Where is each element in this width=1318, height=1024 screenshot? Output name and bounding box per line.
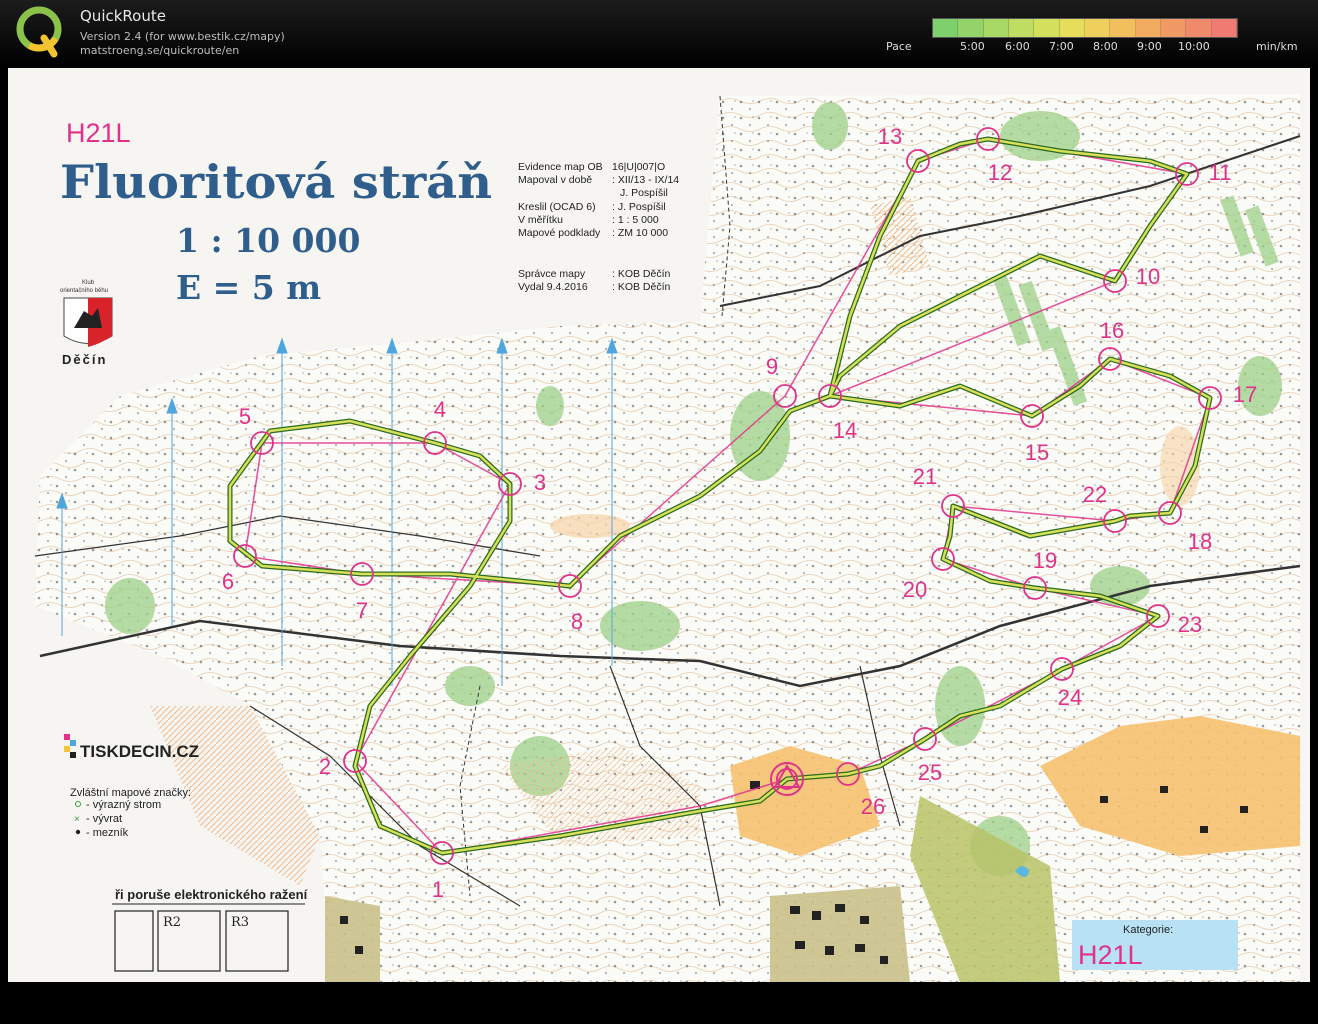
pace-color-segment [1034,19,1060,37]
legend-item-1: - výrazný strom [86,799,161,811]
settlement-bottom [770,886,910,982]
pace-tick-4: 8:00 [1093,40,1118,53]
quickroute-logo-icon [16,6,62,58]
app-url: matstroeng.se/quickroute/en [80,44,240,57]
control-number-2: 2 [319,754,331,779]
control-number-16: 16 [1100,318,1124,343]
legend-fallen-tree-icon: × [74,814,80,825]
info-label: Mapoval v době [518,174,592,186]
pace-color-segment [1211,19,1237,37]
control-number-23: 23 [1178,612,1202,637]
pace-color-segment [1008,19,1035,37]
control-number-4: 4 [434,397,446,422]
pace-color-segment [1160,19,1187,37]
pace-color-segment [958,19,984,37]
club-shield-icon [63,297,113,347]
info-label: V měřítku [518,214,563,226]
info-value: : XII/13 - IX/14 [612,174,679,186]
info-label: Evidence map OB [518,161,603,173]
control-number-17: 17 [1233,382,1257,407]
pace-tick-6: 10:00 [1178,40,1210,53]
control-number-19: 19 [1033,548,1057,573]
control-number-14: 14 [833,418,857,443]
app-header: QuickRoute Version 2.4 (for www.bestik.c… [0,0,1318,66]
pace-color-segment [1059,19,1085,37]
map-equidistance: E = 5 m [176,268,321,307]
pace-tick-3: 7:00 [1049,40,1074,53]
control-number-1: 1 [432,877,444,902]
category-box-value: H21L [1078,940,1143,970]
legend-title: Zvláštní mapové značky: [70,787,191,799]
punch-box-r2-label: R2 [163,915,181,930]
pace-label: Pace [886,40,912,53]
pace-color-segment [1084,19,1111,37]
pace-color-segment [1135,19,1161,37]
pace-tick-5: 9:00 [1137,40,1162,53]
control-number-10: 10 [1136,264,1160,289]
control-number-20: 20 [903,577,927,602]
map-scale: 1 : 10 000 [176,221,360,260]
info-value: : J. Pospíšil [612,201,666,213]
punch-note: ři poruše elektronického ražení [115,887,308,902]
app-title: QuickRoute [80,7,166,25]
printer-name: TISKDECIN.CZ [80,742,199,761]
info-label: Vydal 9.4.2016 [518,281,588,293]
control-number-25: 25 [918,760,942,785]
pace-color-segment [933,19,959,37]
legend-boundary-stone-icon [75,829,81,835]
control-number-8: 8 [571,609,583,634]
club-line-2: orientačního běhu [60,288,108,294]
info-value: : ZM 10 000 [612,227,668,239]
control-number-26: 26 [861,794,885,819]
info-label: Správce mapy [518,268,586,280]
club-line-1: Klub [82,280,95,286]
pace-tick-2: 6:00 [1005,40,1030,53]
pace-color-segment [1186,19,1212,37]
control-number-15: 15 [1025,440,1049,465]
control-number-7: 7 [356,598,368,623]
info-label: Mapové podklady [518,227,601,239]
control-number-21: 21 [913,464,937,489]
app-version: Version 2.4 (for www.bestik.cz/mapy) [80,30,285,43]
control-number-24: 24 [1058,685,1082,710]
map-title: Fluoritová stráň [60,155,492,209]
legend-item-3: - mezník [86,827,129,839]
pace-color-segment [983,19,1009,37]
pace-color-scale [932,18,1238,38]
legend-item-2: - vývrat [86,813,122,825]
map-canvas[interactable]: 1 2 3 4 5 6 7 8 9 10 11 12 13 14 15 16 17 18 19 20 21 22 23 24 2… [0,66,1318,1024]
pace-unit: min/km [1256,40,1298,53]
control-number-11: 11 [1209,160,1232,185]
info-label: Kreslil (OCAD 6) [518,201,596,213]
category-title: H21L [66,118,131,148]
control-number-22: 22 [1083,482,1107,507]
category-box-label: Kategorie: [1123,924,1173,936]
control-number-5: 5 [239,404,251,429]
info-value: J. Pospíšil [620,187,668,199]
control-number-18: 18 [1188,529,1212,554]
pace-tick-1: 5:00 [960,40,985,53]
settlement-left [325,896,380,982]
control-number-3: 3 [534,470,546,495]
control-number-12: 12 [988,160,1012,185]
control-number-9: 9 [766,354,778,379]
info-value: : 1 : 5 000 [612,214,659,226]
info-value: 16|U|007|O [612,161,665,173]
control-number-6: 6 [222,569,234,594]
info-value: : KOB Děčín [612,281,671,293]
control-number-13: 13 [878,124,902,149]
info-value: : KOB Děčín [612,268,671,280]
punch-box-r3-label: R3 [231,915,249,930]
pace-color-segment [1110,19,1136,37]
club-name: Děčín [62,352,107,367]
